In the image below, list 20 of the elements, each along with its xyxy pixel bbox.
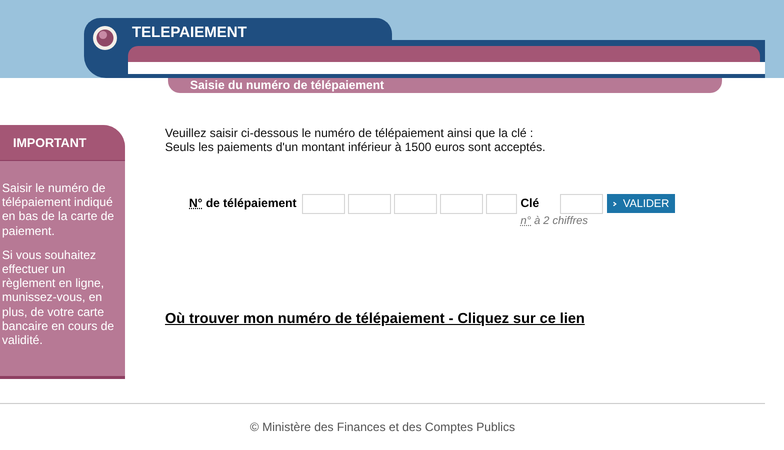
input-field[interactable] — [302, 194, 345, 214]
page-title: TELEPAIEMENT — [132, 24, 247, 41]
field-label: Clé — [520, 196, 540, 210]
sidebar-paragraph: Si vous souhaitez effectuer un règlement en ligne, munissez-vous, en plus, de votre carte bancaire en cours de validité. — [2, 248, 116, 348]
sidebar-paragraph: Saisir le numéro de télépaiement indiqué en bas de la carte de paiement. — [2, 181, 116, 238]
input-field[interactable] — [394, 194, 437, 214]
field-label: N° de télépaiement — [189, 196, 297, 210]
submit-button[interactable]: VALIDER — [607, 194, 676, 213]
input-field[interactable] — [348, 194, 391, 214]
sidebar-title: IMPORTANT — [13, 136, 86, 150]
field-hint: n° à 2 chiffres — [520, 215, 589, 227]
input-field[interactable] — [560, 194, 604, 214]
round-emblem-icon — [92, 25, 118, 51]
intro-text: Seuls les paiements d'un montant inférieur à 1500 euros sont acceptés. — [165, 140, 547, 154]
intro-text: Veuillez saisir ci-dessous le numéro de télépaiement ainsi que la clé : — [165, 126, 534, 140]
footer-text: © Ministère des Finances et des Comptes Publics — [250, 420, 515, 434]
help-link[interactable]: Où trouver mon numéro de télépaiement - Cliquez sur ce lien — [165, 311, 585, 327]
input-field[interactable] — [440, 194, 483, 214]
input-field[interactable] — [486, 194, 517, 214]
page-subtitle: Saisie du numéro de télépaiement — [168, 77, 722, 93]
